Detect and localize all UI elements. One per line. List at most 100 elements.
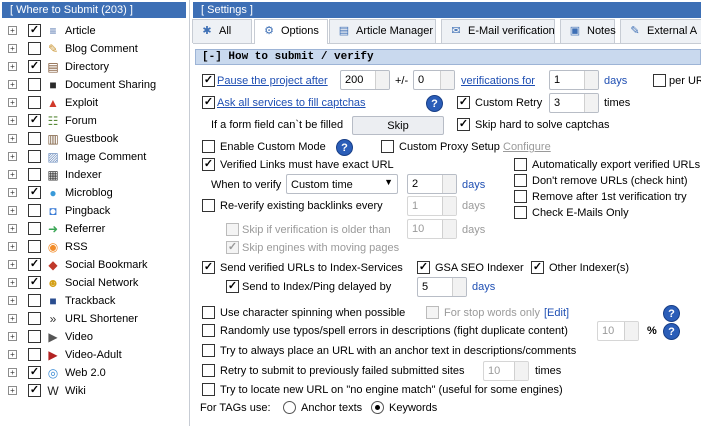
tree-item-checkbox[interactable]: [28, 168, 41, 181]
expand-icon[interactable]: +: [8, 134, 17, 143]
tab-notes[interactable]: ▣ Notes: [560, 19, 616, 43]
verified-links-checkbox[interactable]: ✓: [202, 158, 215, 171]
tree-item-microblog[interactable]: + ✓ ● Microblog: [0, 184, 188, 202]
tree-item-checkbox[interactable]: ✓: [28, 186, 41, 199]
tab-e-mail-verification[interactable]: ✉ E-Mail verification: [441, 19, 555, 43]
tree-item-indexer[interactable]: + ▦ Indexer: [0, 166, 188, 184]
expand-icon[interactable]: +: [8, 242, 17, 251]
custom-retry-field[interactable]: 3: [549, 93, 599, 113]
expand-icon[interactable]: +: [8, 278, 17, 287]
expand-icon[interactable]: +: [8, 386, 17, 395]
tree-item-image-comment[interactable]: + ▨ Image Comment: [0, 148, 188, 166]
keywords-radio[interactable]: [371, 401, 384, 414]
pause-value1-field[interactable]: 200: [340, 70, 390, 90]
tree-item-checkbox[interactable]: [28, 348, 41, 361]
stop-words-checkbox[interactable]: [426, 306, 439, 319]
tree-item-checkbox[interactable]: ✓: [28, 258, 41, 271]
skip-button[interactable]: Skip: [352, 116, 444, 135]
tab-external-a[interactable]: ✎ External A: [620, 19, 701, 43]
tree-item-checkbox[interactable]: [28, 150, 41, 163]
tree-item-blog-comment[interactable]: + ✎ Blog Comment: [0, 40, 188, 58]
expand-icon[interactable]: +: [8, 350, 17, 359]
when-verify-select[interactable]: Custom time ▼: [286, 174, 398, 194]
tree-item-checkbox[interactable]: [28, 312, 41, 325]
pause-value2-field[interactable]: 0: [413, 70, 455, 90]
expand-icon[interactable]: +: [8, 170, 17, 179]
tree-item-checkbox[interactable]: [28, 222, 41, 235]
other-indexer-checkbox[interactable]: ✓: [531, 261, 544, 274]
tree-item-url-shortener[interactable]: + » URL Shortener: [0, 310, 188, 328]
tree-item-forum[interactable]: + ✓ ☷ Forum: [0, 112, 188, 130]
gsa-indexer-checkbox[interactable]: ✓: [417, 261, 430, 274]
expand-icon[interactable]: +: [8, 224, 17, 233]
tree-item-checkbox[interactable]: [28, 240, 41, 253]
send-ping-checkbox[interactable]: ✓: [226, 280, 239, 293]
reverify-field[interactable]: 1: [407, 196, 457, 216]
expand-icon[interactable]: +: [8, 188, 17, 197]
verifications-for-link[interactable]: verifications for: [461, 74, 535, 88]
tree-item-checkbox[interactable]: ✓: [28, 366, 41, 379]
tree-item-checkbox[interactable]: [28, 96, 41, 109]
tree-item-checkbox[interactable]: ✓: [28, 114, 41, 127]
expand-icon[interactable]: +: [8, 98, 17, 107]
tree-item-directory[interactable]: + ✓ ▤ Directory: [0, 58, 188, 76]
tree-item-checkbox[interactable]: [28, 42, 41, 55]
right-option-checkbox[interactable]: [514, 190, 527, 203]
typos-field[interactable]: 10: [597, 321, 639, 341]
tree-item-checkbox[interactable]: [28, 294, 41, 307]
skip-hard-checkbox[interactable]: ✓: [457, 118, 470, 131]
tree-item-guestbook[interactable]: + ▥ Guestbook: [0, 130, 188, 148]
right-option-checkbox[interactable]: [514, 206, 527, 219]
ask-all-checkbox[interactable]: ✓: [202, 96, 215, 109]
retry-failed-checkbox[interactable]: [202, 364, 215, 377]
reverify-checkbox[interactable]: [202, 199, 215, 212]
tree-item-checkbox[interactable]: ✓: [28, 60, 41, 73]
edit-link[interactable]: [Edit]: [544, 306, 569, 320]
help-icon[interactable]: ?: [663, 323, 680, 340]
locate-url-checkbox[interactable]: [202, 383, 215, 396]
send-ping-field[interactable]: 5: [417, 277, 467, 297]
tab-options[interactable]: ⚙ Options: [254, 19, 328, 44]
tab-all[interactable]: ✱ All: [192, 19, 252, 43]
tree-item-social-network[interactable]: + ✓ ☻ Social Network: [0, 274, 188, 292]
right-option-checkbox[interactable]: [514, 174, 527, 187]
expand-icon[interactable]: +: [8, 62, 17, 71]
expand-icon[interactable]: +: [8, 332, 17, 341]
ask-all-link[interactable]: Ask all services to fill captchas: [217, 96, 366, 110]
tree-item-pingback[interactable]: + ◘ Pingback: [0, 202, 188, 220]
custom-retry-checkbox[interactable]: ✓: [457, 96, 470, 109]
tree-item-referrer[interactable]: + ➜ Referrer: [0, 220, 188, 238]
expand-icon[interactable]: +: [8, 368, 17, 377]
char-spin-checkbox[interactable]: [202, 306, 215, 319]
pause-link[interactable]: Pause the project after: [217, 74, 328, 88]
expand-icon[interactable]: +: [8, 80, 17, 89]
skip-older-field[interactable]: 10: [407, 219, 457, 239]
expand-icon[interactable]: +: [8, 26, 17, 35]
tab-article-manager[interactable]: ▤ Article Manager: [329, 19, 436, 43]
expand-icon[interactable]: +: [8, 314, 17, 323]
tree-item-wiki[interactable]: + ✓ W Wiki: [0, 382, 188, 400]
tree-item-checkbox[interactable]: ✓: [28, 24, 41, 37]
tree-item-checkbox[interactable]: [28, 204, 41, 217]
configure-link[interactable]: Configure: [503, 140, 551, 154]
tree-item-checkbox[interactable]: [28, 78, 41, 91]
expand-icon[interactable]: +: [8, 206, 17, 215]
tree-item-video-adult[interactable]: + ▶ Video-Adult: [0, 346, 188, 364]
tree-item-article[interactable]: + ✓ ≡ Article: [0, 22, 188, 40]
tree-item-video[interactable]: + ▶ Video: [0, 328, 188, 346]
tree-item-trackback[interactable]: + ■ Trackback: [0, 292, 188, 310]
tree-item-checkbox[interactable]: ✓: [28, 276, 41, 289]
skip-older-checkbox[interactable]: [226, 223, 239, 236]
when-verify-field[interactable]: 2: [407, 174, 457, 194]
tree-item-checkbox[interactable]: [28, 330, 41, 343]
typos-checkbox[interactable]: [202, 324, 215, 337]
expand-icon[interactable]: +: [8, 116, 17, 125]
tree-item-document-sharing[interactable]: + ■ Document Sharing: [0, 76, 188, 94]
tree-item-social-bookmark[interactable]: + ✓ ◆ Social Bookmark: [0, 256, 188, 274]
expand-icon[interactable]: +: [8, 152, 17, 161]
tree-item-checkbox[interactable]: [28, 132, 41, 145]
help-icon[interactable]: ?: [663, 305, 680, 322]
help-icon[interactable]: ?: [336, 139, 353, 156]
skip-moving-checkbox[interactable]: ✓: [226, 241, 239, 254]
custom-mode-checkbox[interactable]: [202, 140, 215, 153]
